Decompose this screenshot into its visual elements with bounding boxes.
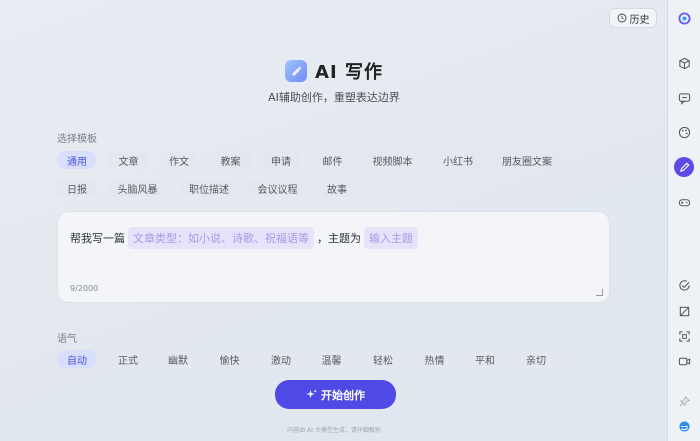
template-chip-brainstorm[interactable]: 头脑风暴 [107,179,168,197]
template-section-label: 选择模板 [57,134,97,145]
start-writing-button[interactable]: 开始创作 [275,380,396,409]
template-chip-essay[interactable]: 作文 [159,151,199,169]
palette-icon[interactable] [676,124,692,140]
crop-icon[interactable] [676,303,692,319]
tone-section-label: 语气 [57,334,77,345]
template-chip-job-description[interactable]: 职位描述 [178,179,240,197]
article-type-slot[interactable]: 文章类型：如小说、诗歌、祝福语等 [128,227,314,249]
chat-icon[interactable] [676,90,692,106]
pin-icon[interactable] [676,393,692,409]
template-chip-application[interactable]: 申请 [261,151,301,169]
browser-logo-icon[interactable] [676,418,692,434]
disclaimer-footer: 内容由 AI 大模型生成，请仔细甄别 [287,427,381,434]
page-subtitle: AI辅助创作，重塑表达边界 [268,91,400,104]
writing-panel: 历史 AI 写作 AI辅助创作，重塑表达边界 选择模板 通用 文章 作文 教案 … [0,0,668,441]
ai-writing-logo-icon [285,60,308,82]
sparkle-icon [306,389,317,399]
tone-chip-warm[interactable]: 温馨 [310,350,353,368]
resize-handle-icon[interactable] [596,289,603,296]
template-chip-email[interactable]: 邮件 [311,151,354,169]
page-title: AI 写作 [315,62,383,83]
template-chip-lesson-plan[interactable]: 教案 [209,151,252,169]
tone-chip-humorous[interactable]: 幽默 [157,350,199,368]
scan-icon[interactable] [676,328,692,344]
template-chip-daily-report[interactable]: 日报 [57,179,97,197]
template-chip-video-script[interactable]: 视频脚本 [362,151,423,169]
gamepad-icon[interactable] [676,194,692,210]
tone-chip-auto[interactable]: 自动 [57,350,97,368]
video-icon[interactable] [676,353,692,369]
tone-chip-calm[interactable]: 平和 [464,350,506,368]
prompt-middle: ，主题为 [317,232,361,245]
history-label: 历史 [629,14,650,26]
start-writing-label: 开始创作 [321,388,365,402]
template-chip-xiaohongshu[interactable]: 小红书 [432,151,484,169]
prompt-prefix: 帮我写一篇 [70,232,125,245]
history-button[interactable]: 历史 [609,8,657,28]
tone-chip-passionate[interactable]: 热情 [413,350,456,368]
tone-chip-relaxed[interactable]: 轻松 [361,350,405,368]
topic-slot[interactable]: 输入主题 [364,227,418,249]
tone-chip-friendly[interactable]: 亲切 [514,350,558,368]
title-row: AI 写作 [0,58,668,84]
template-chip-meeting-agenda[interactable]: 会议议程 [247,179,308,197]
pen-icon[interactable] [674,157,694,177]
character-counter: 9/2000 [70,284,99,293]
prompt-input-box[interactable]: 帮我写一篇 文章类型：如小说、诗歌、祝福语等 ，主题为 输入主题 9/2000 [57,211,610,303]
prompt-sentence: 帮我写一篇 文章类型：如小说、诗歌、祝福语等 ，主题为 输入主题 [70,227,421,249]
app-logo-icon[interactable] [676,10,692,26]
check-circle-icon[interactable] [676,277,692,293]
template-chip-story[interactable]: 故事 [317,179,357,197]
cube-add-icon[interactable] [676,55,692,71]
clock-icon [617,13,626,23]
right-sidebar [668,0,700,441]
template-chip-article[interactable]: 文章 [107,151,150,169]
tone-chip-excited[interactable]: 激动 [260,350,302,368]
template-chip-general[interactable]: 通用 [57,151,97,169]
template-chip-moments[interactable]: 朋友圈文案 [492,151,562,169]
tone-chip-formal[interactable]: 正式 [107,350,149,368]
tone-chip-cheerful[interactable]: 愉快 [207,350,252,368]
